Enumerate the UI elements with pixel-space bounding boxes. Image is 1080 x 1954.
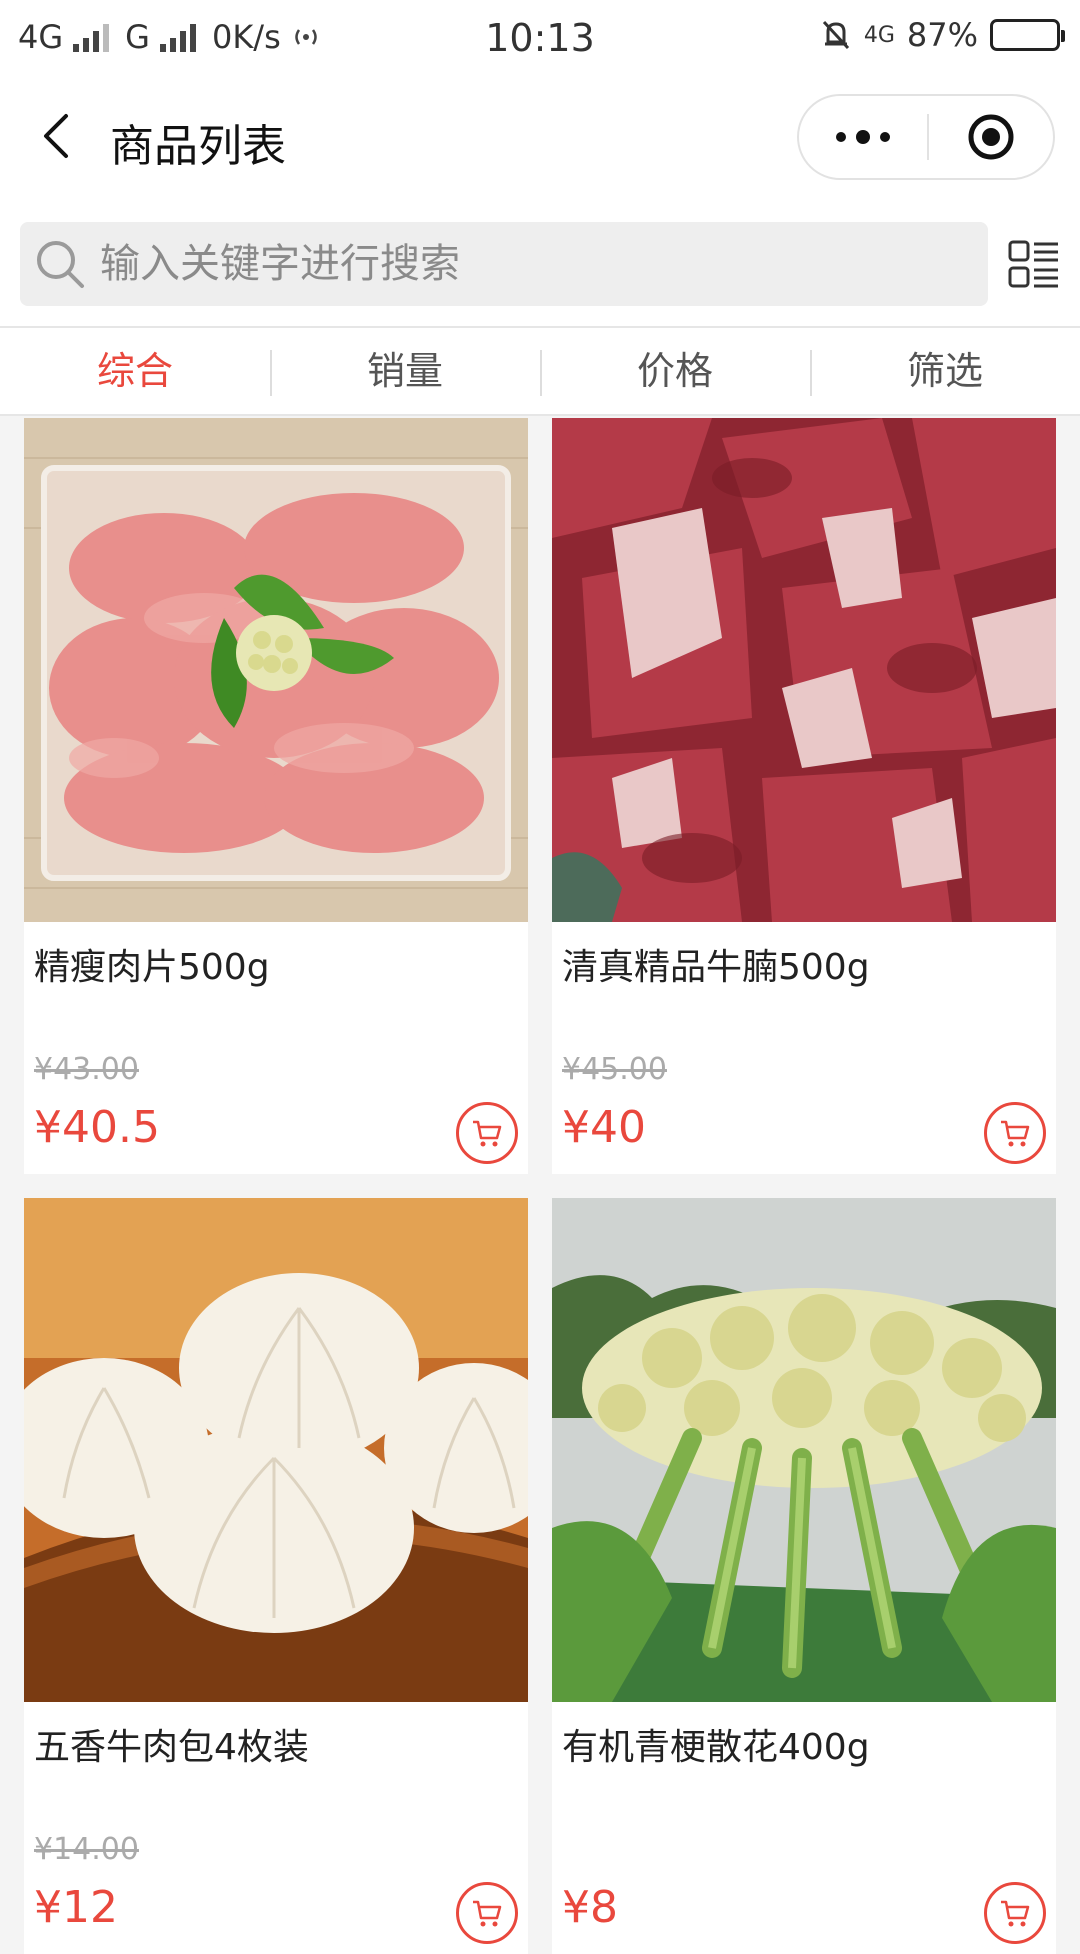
add-to-cart-button[interactable] <box>456 1102 518 1164</box>
product-name: 精瘦肉片500g <box>34 947 270 988</box>
list-view-icon[interactable] <box>1008 238 1060 290</box>
sort-tabs: 综合 销量 价格 筛选 <box>0 326 1080 416</box>
search-icon <box>37 241 84 288</box>
pork-slices-image <box>24 418 528 922</box>
product-image[interactable] <box>24 1198 528 1702</box>
product-grid: 精瘦肉片500g ¥43.00 ¥40.5 清真精品牛腩500g ¥45.00 … <box>24 418 1056 1954</box>
steamed-buns-image <box>24 1198 528 1702</box>
cart-icon <box>473 1900 502 1927</box>
back-arrow-icon[interactable] <box>30 106 90 166</box>
cauliflower-image <box>552 1198 1056 1702</box>
product-name: 清真精品牛腩500g <box>562 947 870 988</box>
product-image[interactable] <box>552 418 1056 922</box>
status-right: 4G 87% <box>820 16 1065 54</box>
product-card[interactable]: 清真精品牛腩500g ¥45.00 ¥40 <box>552 418 1056 1174</box>
mute-bell-icon <box>822 20 849 50</box>
original-price: ¥43.00 <box>34 1052 139 1087</box>
add-to-cart-button[interactable] <box>456 1882 518 1944</box>
more-button[interactable] <box>799 96 927 178</box>
cart-icon <box>1001 1900 1030 1927</box>
tab-comprehensive[interactable]: 综合 <box>0 328 270 414</box>
more-dot-icon <box>836 132 846 142</box>
product-card[interactable]: 精瘦肉片500g ¥43.00 ¥40.5 <box>24 418 528 1174</box>
search-input[interactable] <box>100 222 960 306</box>
sale-price: ¥40 <box>562 1102 646 1153</box>
add-to-cart-button[interactable] <box>984 1882 1046 1944</box>
cart-icon <box>473 1120 502 1147</box>
product-card[interactable]: 有机青梗散花400g ¥8 <box>552 1198 1056 1954</box>
tab-filter[interactable]: 筛选 <box>810 328 1080 414</box>
more-dot-icon <box>880 132 890 142</box>
beef-brisket-image <box>552 418 1056 922</box>
more-dot-icon <box>856 130 870 144</box>
network-type-3: 4G <box>863 22 895 48</box>
original-price: ¥45.00 <box>562 1052 667 1087</box>
page-title: 商品列表 <box>110 121 286 172</box>
close-miniprogram-button[interactable] <box>929 112 1053 162</box>
sale-price: ¥40.5 <box>34 1102 160 1153</box>
tab-sales[interactable]: 销量 <box>270 328 540 414</box>
search-box <box>20 222 988 306</box>
miniprogram-capsule <box>797 94 1055 180</box>
cart-icon <box>1001 1120 1030 1147</box>
tab-price[interactable]: 价格 <box>540 328 810 414</box>
product-card[interactable]: 五香牛肉包4枚装 ¥14.00 ¥12 <box>24 1198 528 1954</box>
product-name: 五香牛肉包4枚装 <box>34 1727 309 1768</box>
navigation-bar: 商品列表 <box>0 76 1080 198</box>
target-icon <box>968 114 1014 160</box>
battery-icon <box>990 19 1065 51</box>
product-image[interactable] <box>552 1198 1056 1702</box>
add-to-cart-button[interactable] <box>984 1102 1046 1164</box>
battery-percent: 87% <box>906 16 978 54</box>
product-name: 有机青梗散花400g <box>562 1727 870 1768</box>
original-price: ¥14.00 <box>34 1832 139 1867</box>
sale-price: ¥8 <box>562 1882 618 1933</box>
search-row <box>0 198 1080 326</box>
status-bar: 4G G 0K/s 10:13 4G 87% <box>0 0 1080 76</box>
sale-price: ¥12 <box>34 1882 118 1933</box>
product-image[interactable] <box>24 418 528 922</box>
